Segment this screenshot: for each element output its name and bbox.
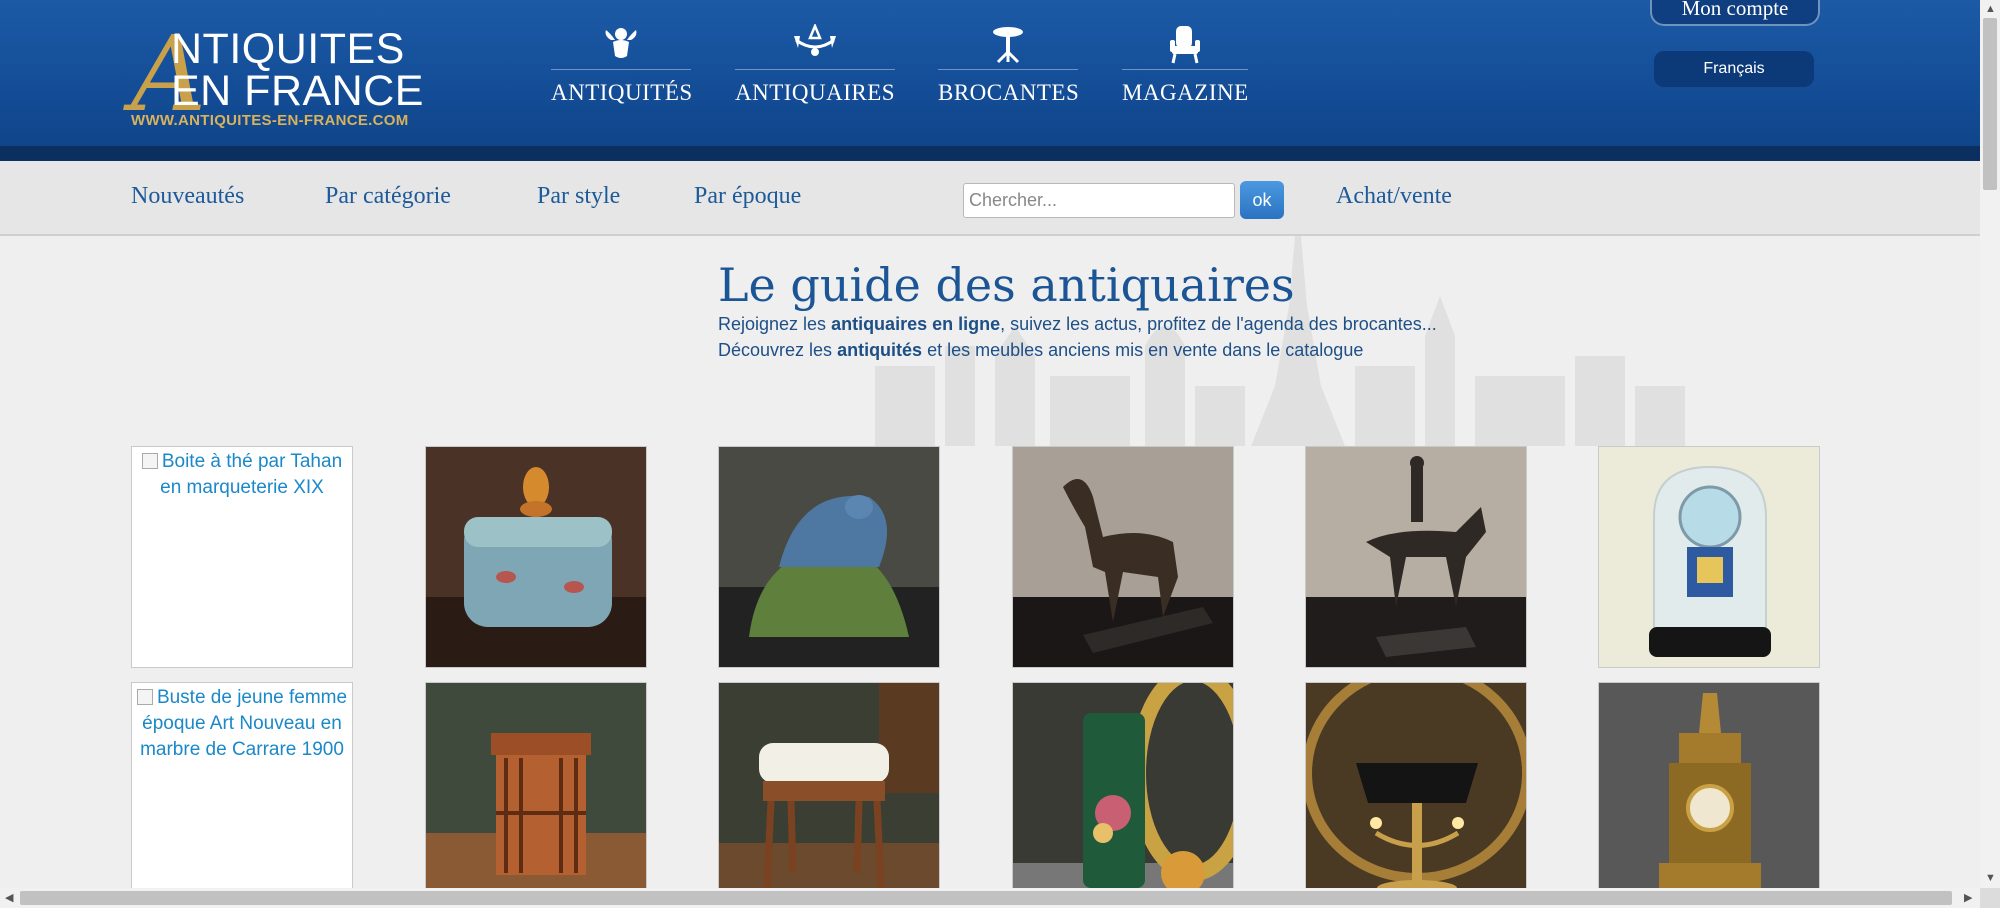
- intro-line-1: Rejoignez les antiquaires en ligne, suiv…: [718, 313, 1437, 334]
- product-image-alt-text: Boite à thé par Tahan en marqueterie XIX: [160, 451, 343, 498]
- top-nav-label: ANTIQUAIRES: [735, 80, 896, 105]
- nav-underline: [735, 69, 895, 70]
- product-tile-enamel-box[interactable]: [425, 446, 647, 668]
- logo-url: WWW.ANTIQUITES-EN-FRANCE.COM: [131, 112, 409, 129]
- product-tile-glass-dome-clock[interactable]: [1598, 446, 1820, 668]
- logo-text-line2: EN FRANCE: [171, 67, 424, 115]
- product-photo: [1599, 683, 1819, 903]
- product-tile-revolving-bookcase[interactable]: [425, 682, 647, 904]
- product-photo: [1013, 683, 1233, 903]
- horizontal-scroll-thumb[interactable]: [20, 891, 1952, 905]
- site-logo[interactable]: A NTIQUITES EN FRANCE WWW.ANTIQUITES-EN-…: [131, 22, 436, 132]
- product-tile-upholstered-stool[interactable]: [718, 682, 940, 904]
- language-selector[interactable]: Français: [1654, 51, 1814, 87]
- product-tile-bronze-rider[interactable]: [1305, 446, 1527, 668]
- pedestal-table-icon: [993, 27, 1023, 64]
- product-tile-gilt-bronze-clock[interactable]: [1598, 682, 1820, 904]
- nav-underline: [1122, 69, 1248, 70]
- top-nav-brocantes[interactable]: BROCANTES: [938, 24, 1080, 114]
- top-nav-label: MAGAZINE: [1122, 80, 1249, 105]
- scroll-right-arrow-icon[interactable]: ▶: [1964, 893, 1972, 904]
- search-input[interactable]: [963, 183, 1235, 218]
- product-photo: [1306, 447, 1526, 667]
- search-submit-button[interactable]: ok: [1240, 181, 1284, 219]
- product-photo: [719, 447, 939, 667]
- top-nav-antiquites[interactable]: ANTIQUITÉS: [551, 24, 693, 114]
- chandelier-icon: [794, 24, 836, 56]
- vertical-scrollbar[interactable]: ▲ ▼: [1980, 0, 2000, 888]
- product-tile-broken-image[interactable]: Buste de jeune femme époque Art Nouveau …: [131, 682, 353, 904]
- subnav-par-epoque[interactable]: Par époque: [694, 183, 801, 210]
- top-nav-magazine[interactable]: MAGAZINE: [1122, 24, 1248, 114]
- product-photo: [426, 447, 646, 667]
- top-nav-label: ANTIQUITÉS: [551, 80, 693, 105]
- top-nav-antiquaires[interactable]: ANTIQUAIRES: [735, 24, 895, 114]
- product-photo: [1306, 683, 1526, 903]
- subnav-par-style[interactable]: Par style: [537, 183, 620, 210]
- horizontal-scrollbar[interactable]: ◀ ▶: [0, 888, 1980, 908]
- site-header: A NTIQUITES EN FRANCE WWW.ANTIQUITES-EN-…: [0, 0, 1980, 161]
- product-image-alt-text: Buste de jeune femme époque Art Nouveau …: [140, 687, 348, 760]
- page-title: Le guide des antiquaires: [718, 258, 1295, 312]
- product-tile-broken-image[interactable]: Boite à thé par Tahan en marqueterie XIX: [131, 446, 353, 668]
- subnav-par-categorie[interactable]: Par catégorie: [325, 183, 451, 210]
- product-photo: [1599, 447, 1819, 667]
- product-tile-ceramic-mouse[interactable]: [718, 446, 940, 668]
- nav-underline: [938, 69, 1078, 70]
- broken-image-icon: [141, 453, 158, 469]
- account-button[interactable]: Mon compte: [1650, 0, 1820, 26]
- product-tile-bronze-horse[interactable]: [1012, 446, 1234, 668]
- broken-image-icon: [136, 689, 153, 705]
- vertical-scroll-thumb[interactable]: [1983, 18, 1997, 190]
- product-photo: [1013, 447, 1233, 667]
- product-photo: [426, 683, 646, 903]
- product-tile-bouillotte-lamp[interactable]: [1305, 682, 1527, 904]
- scroll-up-arrow-icon[interactable]: ▲: [1985, 4, 1996, 15]
- scroll-left-arrow-icon[interactable]: ◀: [5, 893, 13, 904]
- antiquites-link[interactable]: antiquités: [837, 340, 922, 360]
- nav-underline: [551, 69, 691, 70]
- product-tile-painted-vase[interactable]: [1012, 682, 1234, 904]
- subnav-achat-vente[interactable]: Achat/vente: [1336, 183, 1452, 210]
- header-divider: [0, 146, 1980, 161]
- scrollbar-corner: [1980, 888, 2000, 908]
- secondary-nav: Nouveautés Par catégorie Par style Par é…: [0, 161, 1980, 236]
- subnav-nouveautes[interactable]: Nouveautés: [131, 183, 244, 210]
- armchair-icon: [1170, 26, 1200, 64]
- intro-block: Le guide des antiquaires Rejoignez les a…: [718, 260, 1618, 363]
- scroll-down-arrow-icon[interactable]: ▼: [1985, 873, 1996, 884]
- intro-line-2: Découvrez les antiquités et les meubles …: [718, 339, 1364, 360]
- top-nav-label: BROCANTES: [938, 80, 1080, 105]
- product-photo: [719, 683, 939, 903]
- cherub-icon: [605, 28, 637, 58]
- main-content: Le guide des antiquaires Rejoignez les a…: [0, 236, 1980, 904]
- logo-text-line1: NTIQUITES: [171, 25, 405, 73]
- antiquaires-en-ligne-link[interactable]: antiquaires en ligne: [831, 314, 1000, 334]
